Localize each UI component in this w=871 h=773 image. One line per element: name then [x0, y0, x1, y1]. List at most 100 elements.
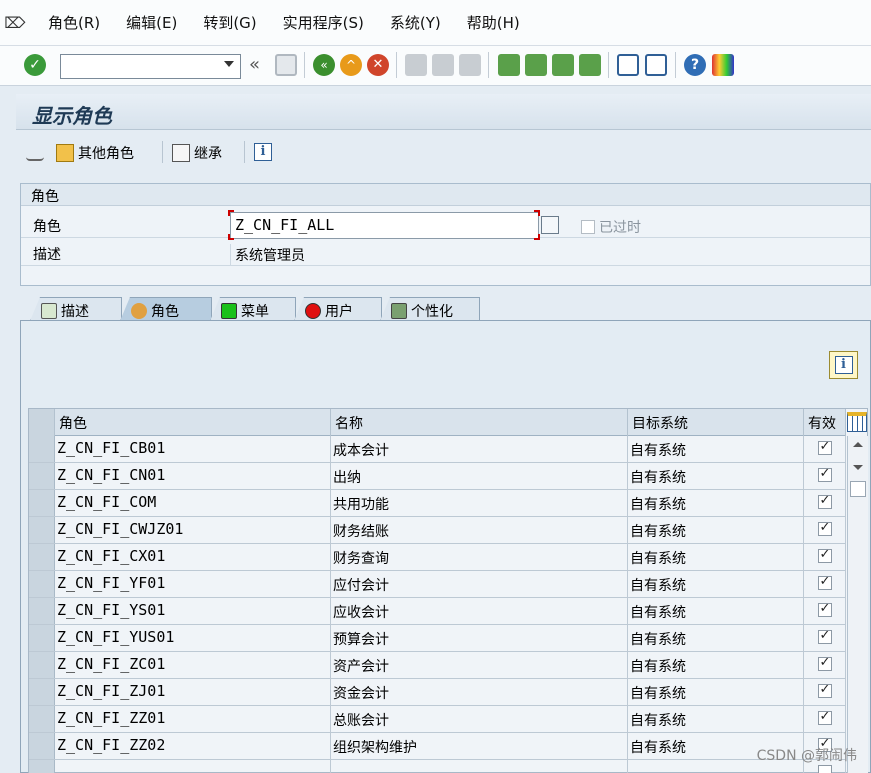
valid-checkbox[interactable]: [817, 682, 832, 698]
back-icon[interactable]: «: [313, 54, 335, 76]
shortcut-icon[interactable]: [645, 54, 667, 76]
tab-personalization[interactable]: 个性化: [380, 297, 480, 321]
table-row[interactable]: Z_CN_FI_COM 共用功能 自有系统: [29, 490, 846, 517]
column-name[interactable]: 名称: [331, 409, 628, 436]
row-selector[interactable]: [29, 652, 55, 678]
toolbar-separator: [675, 52, 676, 78]
cell-valid: [804, 490, 846, 516]
row-selector[interactable]: [29, 463, 55, 489]
table-row[interactable]: Z_CN_FI_ZZ01 总账会计 自有系统: [29, 706, 846, 733]
table-row[interactable]: Z_CN_FI_ZZ02 组织架构维护 自有系统: [29, 733, 846, 760]
tab-user[interactable]: 用户: [294, 297, 382, 321]
scroll-up-icon[interactable]: [853, 442, 863, 447]
inherit-label: 继承: [194, 146, 222, 162]
valid-checkbox[interactable]: [817, 765, 832, 773]
cell-name: 财务结账: [331, 517, 628, 543]
menu-utilities[interactable]: 实用程序(S): [283, 12, 364, 33]
table-row[interactable]: Z_CN_FI_CWJZ01 财务结账 自有系统: [29, 517, 846, 544]
page-title: 显示角色: [32, 104, 112, 128]
row-selector[interactable]: [29, 733, 55, 759]
cell-name: 应付会计: [331, 571, 628, 597]
help-icon[interactable]: ?: [684, 54, 706, 76]
row-selector[interactable]: [29, 436, 55, 462]
chevron-down-icon[interactable]: [224, 61, 234, 67]
display-change-button[interactable]: [26, 143, 44, 161]
valid-checkbox[interactable]: [817, 466, 832, 482]
table-row[interactable]: Z_CN_FI_ZC01 资产会计 自有系统: [29, 652, 846, 679]
next-page-icon[interactable]: [552, 54, 574, 76]
required-corner: [228, 234, 234, 240]
cell-valid: [804, 571, 846, 597]
cell-valid: [804, 625, 846, 651]
cell-valid: [804, 706, 846, 732]
tab-role[interactable]: 角色: [120, 297, 212, 321]
column-target-system[interactable]: 目标系统: [628, 409, 804, 436]
row-selector[interactable]: [29, 598, 55, 624]
row-selector[interactable]: [29, 706, 55, 732]
cell-valid: [804, 652, 846, 678]
cell-target-system: 自有系统: [628, 436, 804, 462]
menu-edit[interactable]: 编辑(E): [126, 12, 177, 33]
first-page-icon[interactable]: [498, 54, 520, 76]
information-button[interactable]: i: [254, 143, 272, 161]
collapse-toolbar-icon[interactable]: «: [249, 54, 260, 75]
valid-checkbox[interactable]: [817, 655, 832, 671]
tab-info-button[interactable]: i: [829, 351, 858, 379]
table-row[interactable]: Z_CN_FI_CB01 成本会计 自有系统: [29, 436, 846, 463]
row-selector[interactable]: [29, 544, 55, 570]
valid-checkbox[interactable]: [817, 439, 832, 455]
select-all-cell[interactable]: [29, 409, 55, 436]
valid-checkbox[interactable]: [817, 601, 832, 617]
create-session-icon[interactable]: [617, 54, 639, 76]
exit-icon[interactable]: ⌦: [0, 0, 30, 46]
table-row[interactable]: Z_CN_FI_CX01 财务查询 自有系统: [29, 544, 846, 571]
tab-menu[interactable]: 菜单: [210, 297, 296, 321]
toolbar-separator: [244, 141, 245, 163]
menu-system[interactable]: 系统(Y): [390, 12, 441, 33]
row-selector[interactable]: [29, 490, 55, 516]
cancel-icon[interactable]: ✕: [367, 54, 389, 76]
scroll-thumb[interactable]: [850, 481, 866, 497]
description-field-label: 描述: [33, 247, 61, 263]
obsolete-checkbox: [581, 220, 595, 234]
copy-icon[interactable]: [541, 216, 559, 234]
enter-check-icon[interactable]: ✓: [24, 54, 46, 76]
column-valid[interactable]: 有效: [804, 409, 846, 436]
menu-role[interactable]: 角色(R): [48, 12, 100, 33]
last-page-icon[interactable]: [579, 54, 601, 76]
other-role-button[interactable]: 其他角色: [56, 143, 134, 163]
role-input[interactable]: Z_CN_FI_ALL: [230, 212, 539, 239]
table-row[interactable]: Z_CN_FI_YS01 应收会计 自有系统: [29, 598, 846, 625]
valid-checkbox[interactable]: [817, 628, 832, 644]
customize-layout-icon[interactable]: [712, 54, 734, 76]
cell-name: 成本会计: [331, 436, 628, 462]
row-selector[interactable]: [29, 760, 55, 773]
menu-goto[interactable]: 转到(G): [203, 12, 256, 33]
previous-page-icon[interactable]: [525, 54, 547, 76]
valid-checkbox[interactable]: [817, 520, 832, 536]
table-row[interactable]: Z_CN_FI_CN01 出纳 自有系统: [29, 463, 846, 490]
table-row[interactable]: [29, 760, 846, 773]
valid-checkbox[interactable]: [817, 493, 832, 509]
tab-description[interactable]: 描述: [30, 297, 122, 321]
table-row[interactable]: Z_CN_FI_ZJ01 资金会计 自有系统: [29, 679, 846, 706]
vertical-scrollbar[interactable]: [847, 436, 868, 773]
cell-role: [55, 760, 331, 773]
valid-checkbox[interactable]: [817, 574, 832, 590]
table-row[interactable]: Z_CN_FI_YUS01 预算会计 自有系统: [29, 625, 846, 652]
row-selector[interactable]: [29, 517, 55, 543]
menu-help[interactable]: 帮助(H): [467, 12, 520, 33]
row-selector[interactable]: [29, 571, 55, 597]
table-row[interactable]: Z_CN_FI_YF01 应付会计 自有系统: [29, 571, 846, 598]
command-field[interactable]: [60, 54, 241, 79]
row-selector[interactable]: [29, 679, 55, 705]
inherit-button[interactable]: 继承: [172, 143, 222, 163]
table-settings-icon[interactable]: [847, 412, 867, 432]
scroll-down-icon[interactable]: [853, 465, 863, 470]
valid-checkbox[interactable]: [817, 547, 832, 563]
cell-target-system: 自有系统: [628, 463, 804, 489]
valid-checkbox[interactable]: [817, 709, 832, 725]
column-role[interactable]: 角色: [55, 409, 331, 436]
row-selector[interactable]: [29, 625, 55, 651]
exit-up-icon[interactable]: ^: [340, 54, 362, 76]
